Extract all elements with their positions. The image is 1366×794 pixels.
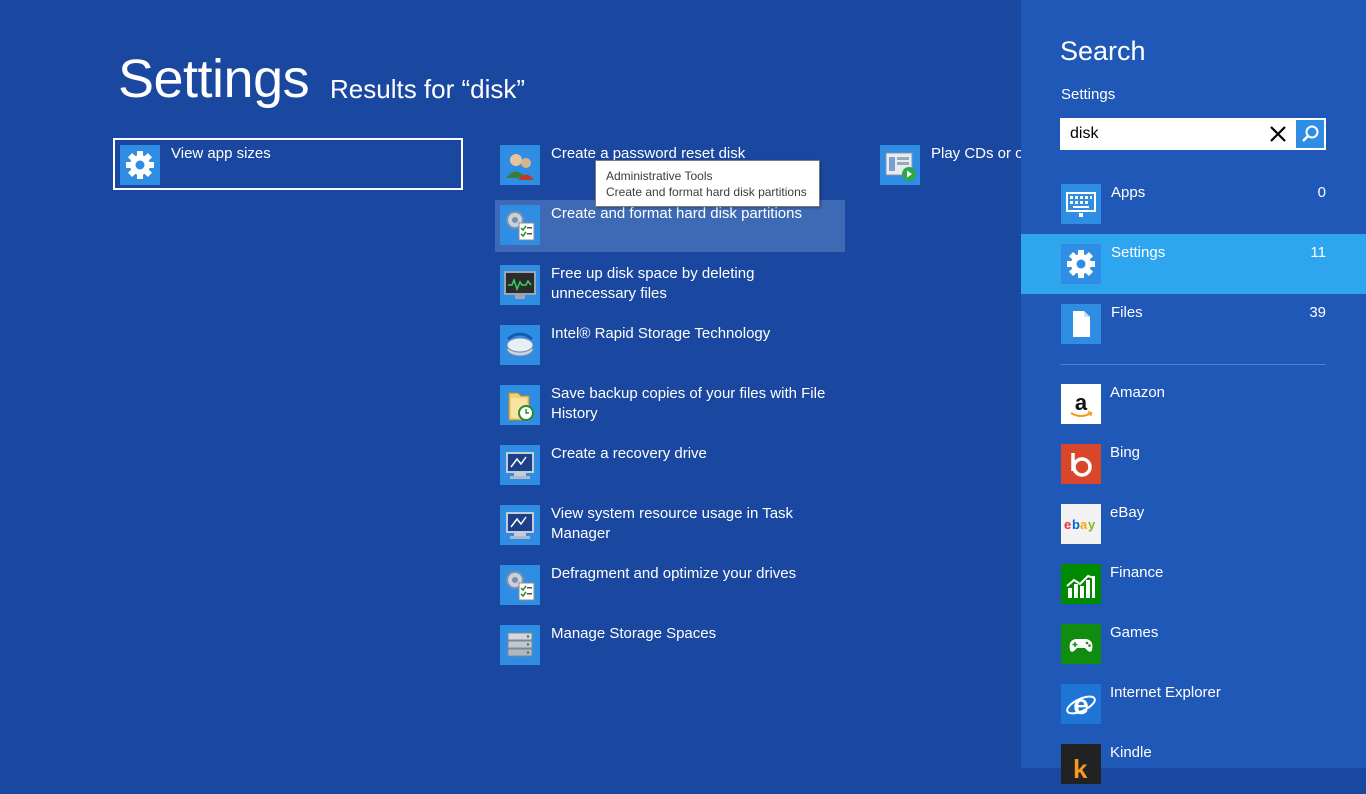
kindle-icon: k — [1061, 744, 1101, 784]
admin-tools-icon — [500, 205, 540, 245]
category-count: 11 — [1310, 244, 1326, 261]
app-name: Games — [1110, 624, 1159, 641]
app-name: Amazon — [1110, 384, 1166, 401]
svg-text:a: a — [1075, 390, 1088, 415]
category-name: Apps — [1111, 184, 1146, 201]
app-amazon[interactable]: a Amazon — [1021, 374, 1366, 434]
tooltip-title: Administrative Tools — [606, 169, 713, 183]
result-label: Free up disk space by deleting unnecessa… — [551, 265, 755, 302]
result-create-format-partitions[interactable]: Create and format hard disk partitions — [495, 200, 845, 252]
app-name: Internet Explorer — [1110, 684, 1221, 701]
result-create-recovery-drive[interactable]: Create a recovery drive — [495, 440, 845, 492]
result-label: View app sizes — [171, 145, 271, 162]
svg-text:a: a — [1080, 517, 1088, 532]
users-icon — [500, 145, 540, 185]
search-scope-label: Settings — [1061, 86, 1116, 103]
result-label: Create a recovery drive — [551, 445, 707, 462]
tooltip-text: Create and format hard disk partitions — [606, 185, 807, 199]
svg-text:e: e — [1064, 517, 1071, 532]
amazon-icon: a — [1061, 384, 1101, 424]
result-label: Play CDs or ot — [931, 145, 1021, 162]
bing-icon — [1061, 444, 1101, 484]
result-label: Manage Storage Spaces — [551, 625, 717, 642]
search-pane-title: Search — [1060, 36, 1146, 66]
result-free-up-disk-space[interactable]: Free up disk space by deleting unnecessa… — [495, 260, 845, 312]
result-manage-storage-spaces[interactable]: Manage Storage Spaces — [495, 620, 845, 672]
monitor-graph-icon — [500, 265, 540, 305]
result-label: View system resource usage in Task Manag… — [551, 505, 794, 542]
svg-text:k: k — [1073, 754, 1088, 784]
result-label: Defragment and optimize your drives — [551, 565, 797, 582]
result-intel-rapid-storage[interactable]: Intel® Rapid Storage Technology — [495, 320, 845, 372]
svg-text:e: e — [1073, 689, 1089, 720]
category-count: 0 — [1317, 184, 1326, 201]
app-kindle[interactable]: k Kindle — [1021, 734, 1366, 794]
finance-icon — [1061, 564, 1101, 604]
intel-storage-icon — [500, 325, 540, 365]
app-ebay[interactable]: ebay eBay — [1021, 494, 1366, 554]
category-name: Settings — [1111, 244, 1166, 261]
keyboard-icon — [1061, 184, 1101, 224]
folder-clock-icon — [500, 385, 540, 425]
gear-icon — [1061, 244, 1101, 284]
search-icon — [1302, 125, 1319, 142]
search-pane: Search Settings Apps 0 Settings 11 Files… — [1021, 0, 1366, 784]
app-internet-explorer[interactable]: e Internet Explorer — [1021, 674, 1366, 734]
media-play-icon — [880, 145, 920, 185]
result-view-app-sizes[interactable]: View app sizes — [113, 138, 463, 190]
search-category-settings[interactable]: Settings 11 — [1021, 234, 1366, 294]
result-label: Intel® Rapid Storage Technology — [551, 325, 771, 342]
search-button[interactable] — [1296, 120, 1324, 148]
result-defragment-drives[interactable]: Defragment and optimize your drives — [495, 560, 845, 612]
drives-icon — [500, 625, 540, 665]
search-input[interactable] — [1060, 118, 1260, 150]
category-count: 39 — [1309, 304, 1326, 321]
result-task-manager[interactable]: View system resource usage in Task Manag… — [495, 500, 845, 552]
result-label: Create and format hard disk partitions — [551, 205, 802, 222]
app-name: Bing — [1110, 444, 1141, 461]
clear-search-button[interactable] — [1266, 122, 1290, 146]
app-games[interactable]: Games — [1021, 614, 1366, 674]
svg-text:y: y — [1088, 517, 1096, 532]
close-icon — [1270, 126, 1286, 142]
svg-text:b: b — [1072, 517, 1080, 532]
page-title: Settings — [118, 49, 310, 109]
result-file-history[interactable]: Save backup copies of your files with Fi… — [495, 380, 845, 432]
internet-explorer-icon: e — [1061, 684, 1101, 724]
app-name: eBay — [1110, 504, 1145, 521]
ebay-icon: ebay — [1061, 504, 1101, 544]
settings-results-area: Settings Results for “disk” View app siz… — [0, 0, 1021, 768]
gear-icon — [120, 145, 160, 185]
search-box — [1060, 118, 1326, 150]
computer-icon — [500, 445, 540, 485]
result-play-cds[interactable]: Play CDs or ot — [875, 140, 1021, 192]
results-for-label: Results for “disk” — [330, 74, 526, 104]
admin-tools-icon — [500, 565, 540, 605]
games-icon — [1061, 624, 1101, 664]
divider — [1060, 364, 1326, 365]
app-finance[interactable]: Finance — [1021, 554, 1366, 614]
category-name: Files — [1111, 304, 1143, 321]
tooltip: Administrative Tools Create and format h… — [595, 160, 820, 207]
app-name: Finance — [1110, 564, 1164, 581]
search-category-apps[interactable]: Apps 0 — [1021, 174, 1366, 234]
computer-icon — [500, 505, 540, 545]
app-bing[interactable]: Bing — [1021, 434, 1366, 494]
search-category-files[interactable]: Files 39 — [1021, 294, 1366, 354]
result-label: Save backup copies of your files with Fi… — [551, 385, 826, 422]
app-name: Kindle — [1110, 744, 1152, 761]
file-icon — [1061, 304, 1101, 344]
